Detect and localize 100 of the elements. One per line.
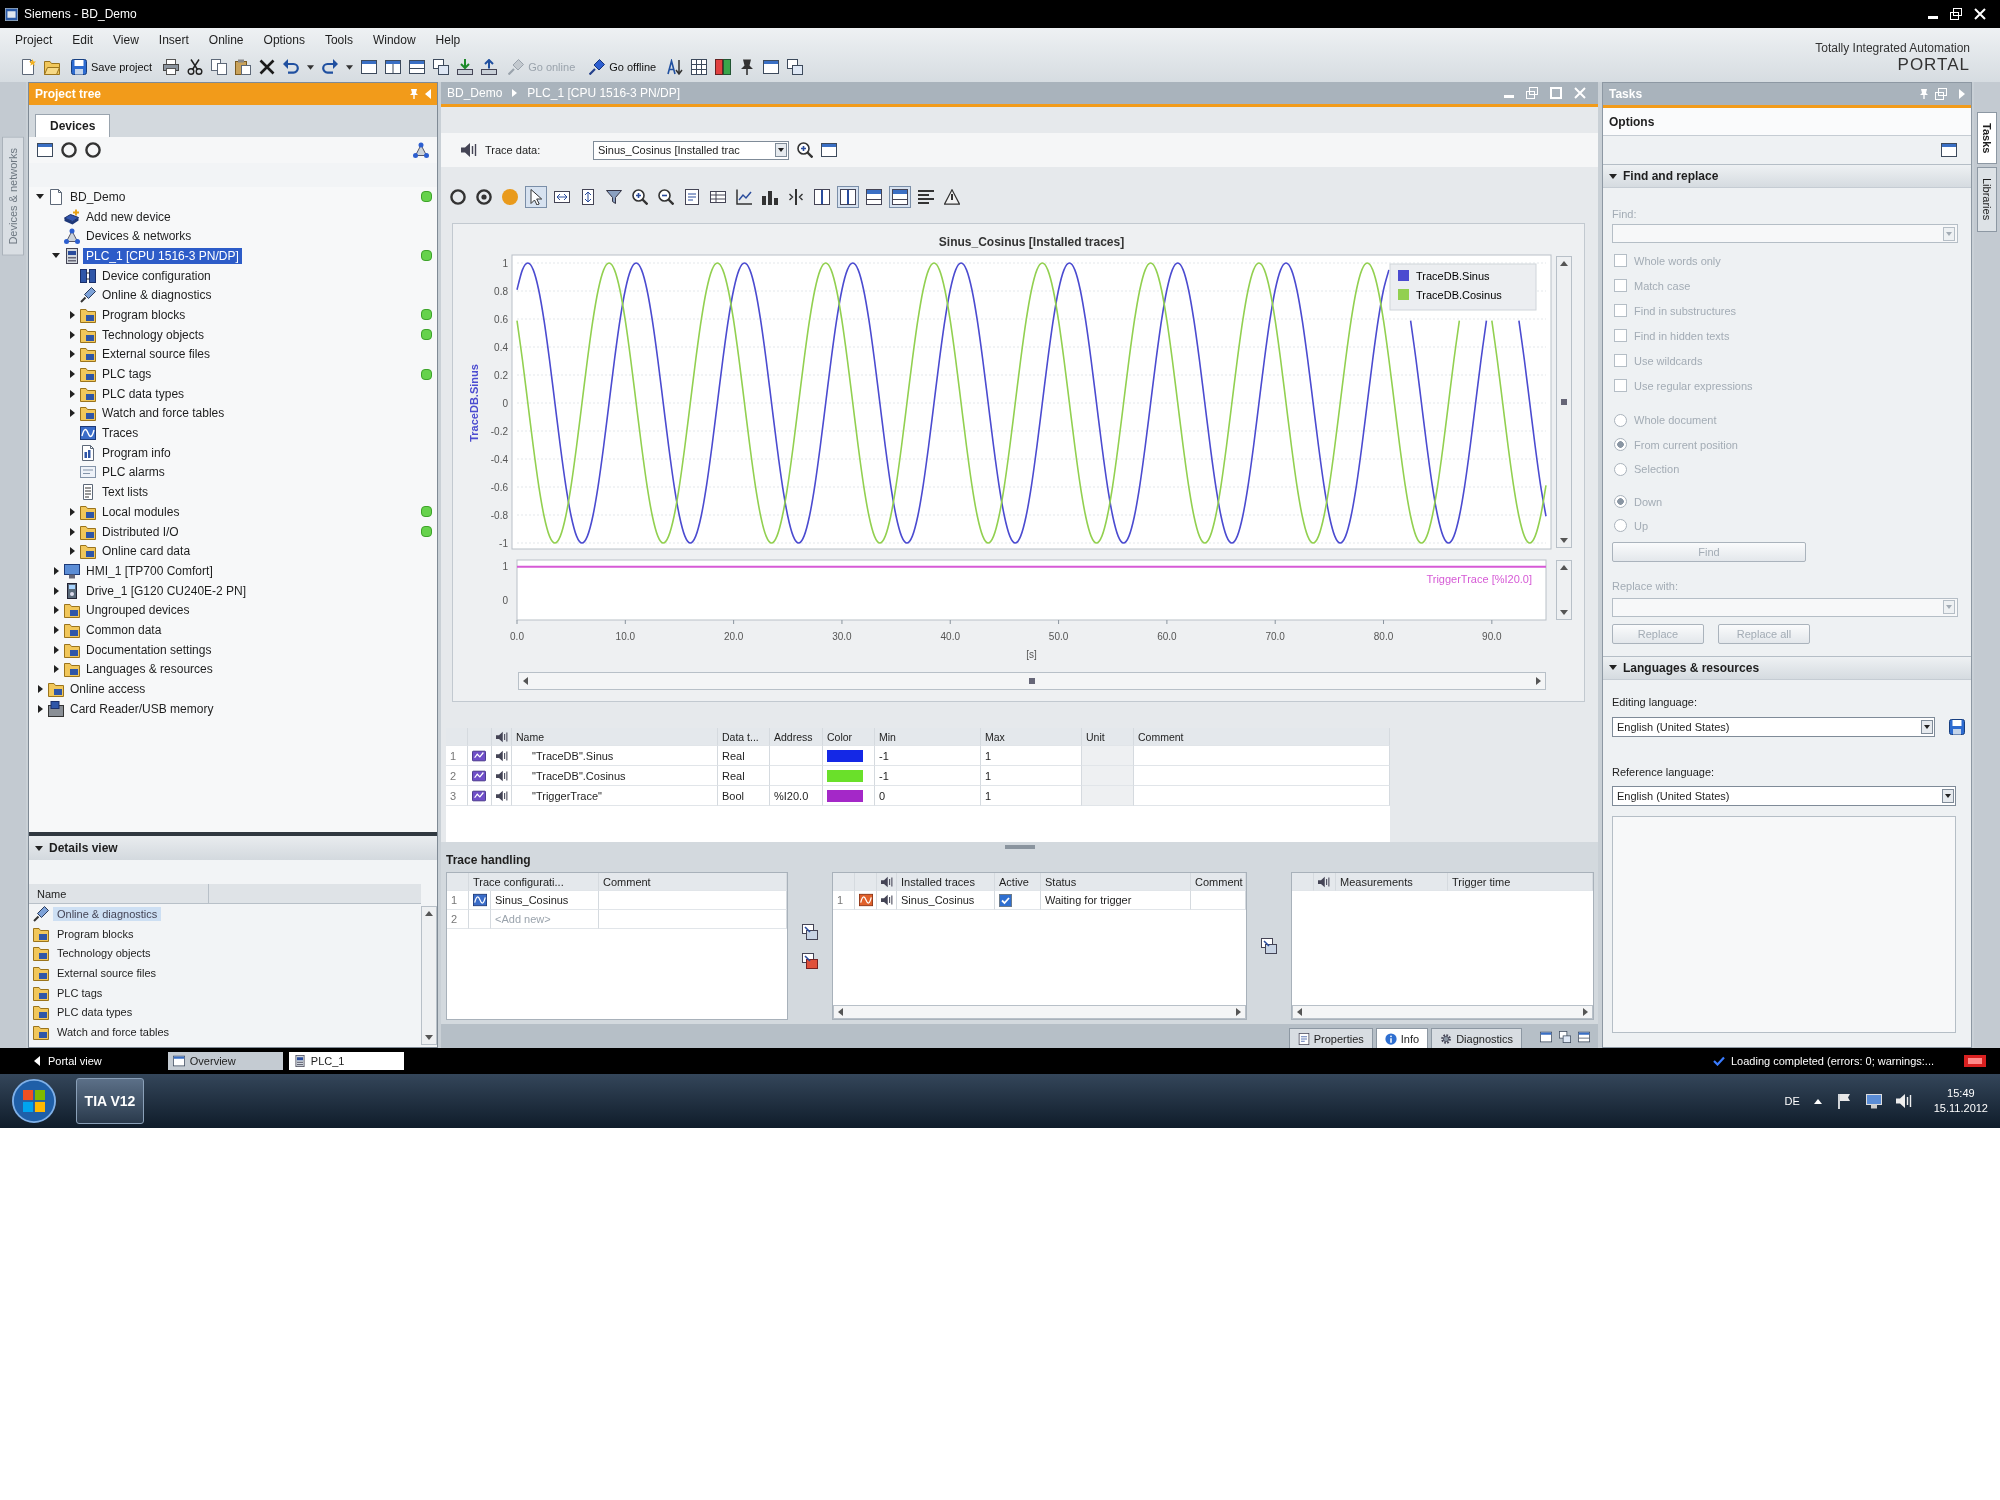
menu-item[interactable]: Project bbox=[8, 32, 60, 48]
grip-icon[interactable] bbox=[1004, 844, 1035, 849]
rows-icon[interactable] bbox=[866, 189, 882, 205]
taskbar-app-button[interactable]: TIA V12 bbox=[76, 1078, 144, 1124]
portal-view-button[interactable]: Portal view bbox=[30, 1055, 106, 1067]
language-dropdown[interactable]: English (United States) bbox=[1612, 785, 1956, 806]
left-arrow-icon[interactable] bbox=[838, 1008, 843, 1016]
down-arrow-icon[interactable] bbox=[1560, 610, 1568, 615]
undo-icon[interactable] bbox=[283, 59, 300, 75]
left-arrow-icon[interactable] bbox=[1297, 1008, 1302, 1016]
side-tab[interactable]: Tasks bbox=[1977, 112, 1997, 165]
color-swatch-icon[interactable] bbox=[827, 769, 863, 782]
side-tab[interactable]: Devices & networks bbox=[2, 137, 24, 256]
caret-right-icon[interactable] bbox=[53, 566, 59, 575]
caret-right-icon[interactable] bbox=[69, 409, 75, 418]
menu-item[interactable]: Online bbox=[201, 32, 251, 48]
menu-item[interactable]: Options bbox=[256, 32, 312, 48]
list-item[interactable]: PLC data types bbox=[53, 1005, 137, 1020]
column-header[interactable]: Trace configurati... bbox=[469, 873, 599, 891]
list-item[interactable]: External source files bbox=[53, 965, 161, 980]
triangle-icon[interactable] bbox=[944, 189, 960, 205]
tree-item[interactable]: PLC_1 [CPU 1516-3 PN/DP] bbox=[83, 247, 242, 264]
checkbox[interactable] bbox=[999, 893, 1012, 907]
tree-item[interactable]: Watch and force tables bbox=[99, 405, 228, 422]
caret-right-icon[interactable] bbox=[69, 389, 75, 398]
editor-tab[interactable]: Overview bbox=[167, 1052, 283, 1070]
find-field[interactable] bbox=[1612, 224, 1958, 243]
caret-right-icon[interactable] bbox=[69, 370, 75, 379]
split-window-icon[interactable] bbox=[409, 59, 426, 75]
down-arrow-icon[interactable] bbox=[425, 1035, 433, 1040]
window-icon[interactable] bbox=[37, 142, 53, 158]
menu-item[interactable]: Insert bbox=[151, 32, 196, 48]
left-arrow-icon[interactable] bbox=[523, 677, 528, 685]
download-icon[interactable] bbox=[457, 59, 474, 75]
split-panel-icon[interactable] bbox=[814, 189, 830, 205]
up-arrow-icon[interactable] bbox=[1560, 261, 1568, 266]
caret-right-icon[interactable] bbox=[53, 586, 59, 595]
stacked-windows-icon[interactable] bbox=[1559, 1031, 1571, 1043]
editor-tab[interactable]: PLC_1 bbox=[288, 1052, 404, 1070]
window-icon[interactable] bbox=[1540, 1031, 1552, 1043]
save-project-button[interactable]: Save project bbox=[68, 57, 156, 77]
down-arrow-icon[interactable] bbox=[1560, 538, 1568, 543]
caret-right-icon[interactable] bbox=[69, 527, 75, 536]
column-header[interactable]: Address bbox=[770, 728, 823, 746]
window-icon[interactable] bbox=[1941, 142, 1957, 158]
window-icon[interactable] bbox=[361, 59, 378, 75]
document-icon[interactable] bbox=[684, 189, 700, 205]
windows-arrow-icon[interactable] bbox=[802, 952, 818, 969]
grip-icon[interactable] bbox=[1029, 678, 1035, 684]
printer-icon[interactable] bbox=[163, 59, 180, 75]
list-item[interactable]: PLC tags bbox=[53, 985, 107, 1000]
vertical-scrollbar[interactable] bbox=[421, 906, 437, 1045]
ring-icon[interactable] bbox=[85, 142, 101, 158]
side-tab[interactable]: Libraries bbox=[1977, 167, 1997, 232]
rows-icon[interactable] bbox=[889, 186, 911, 208]
speaker-icon[interactable] bbox=[881, 894, 893, 906]
column-header[interactable]: Measurements bbox=[1336, 873, 1448, 891]
color-swatch-icon[interactable] bbox=[827, 749, 863, 762]
vertical-scrollbar[interactable] bbox=[1556, 560, 1572, 620]
caret-up-icon[interactable] bbox=[1813, 1098, 1822, 1104]
caret-right-icon[interactable] bbox=[37, 704, 43, 713]
start-orb-icon[interactable] bbox=[12, 1079, 56, 1123]
right-arrow-icon[interactable] bbox=[1236, 1008, 1241, 1016]
trace-dropdown[interactable]: Sinus_Cosinus [Installed trac bbox=[593, 140, 789, 160]
horizontal-scrollbar[interactable] bbox=[518, 672, 1546, 690]
table-cell[interactable]: Sinus_Cosinus bbox=[897, 891, 995, 910]
language-indicator[interactable]: DE bbox=[1784, 1095, 1800, 1107]
tab[interactable]: Properties bbox=[1288, 1028, 1373, 1048]
caret-right-icon[interactable] bbox=[69, 310, 75, 319]
cross-icon[interactable] bbox=[259, 59, 276, 75]
column-header[interactable]: Status bbox=[1041, 873, 1191, 891]
split-window-icon[interactable] bbox=[1578, 1031, 1590, 1043]
folder-icon[interactable] bbox=[44, 59, 60, 75]
sort-icon[interactable] bbox=[667, 59, 684, 75]
column-header[interactable]: Name bbox=[512, 728, 718, 746]
split-panel-icon[interactable] bbox=[837, 186, 859, 208]
align-left-icon[interactable] bbox=[918, 189, 934, 205]
vertical-zoom-icon[interactable] bbox=[580, 189, 596, 205]
column-header[interactable]: Comment bbox=[599, 873, 787, 891]
column-header[interactable]: Active bbox=[995, 873, 1041, 891]
window-icon[interactable] bbox=[763, 59, 780, 75]
caret-down-icon[interactable] bbox=[307, 64, 315, 70]
caret-down-icon[interactable] bbox=[52, 253, 60, 259]
caret-right-icon[interactable] bbox=[53, 665, 59, 674]
minimize-icon[interactable] bbox=[1928, 15, 1938, 19]
tree-item[interactable]: Add new device bbox=[83, 208, 174, 225]
caret-right-icon[interactable] bbox=[53, 625, 59, 634]
close-icon[interactable] bbox=[1974, 8, 1986, 20]
stacked-windows-icon[interactable] bbox=[433, 59, 450, 75]
pin-icon[interactable] bbox=[739, 59, 756, 75]
column-header[interactable]: Data t... bbox=[718, 728, 770, 746]
list-item[interactable]: Online & diagnostics bbox=[53, 906, 162, 921]
menu-item[interactable]: Window bbox=[365, 32, 423, 48]
color-swatch-icon[interactable] bbox=[827, 789, 863, 802]
language-dropdown[interactable]: English (United States) bbox=[1612, 716, 1935, 737]
caret-right-icon[interactable] bbox=[53, 645, 59, 654]
tree-item[interactable]: Text lists bbox=[99, 484, 151, 501]
vertical-scrollbar[interactable] bbox=[1556, 256, 1572, 548]
horizontal-scrollbar[interactable] bbox=[1292, 1005, 1593, 1019]
flag-icon[interactable] bbox=[1835, 1093, 1852, 1109]
